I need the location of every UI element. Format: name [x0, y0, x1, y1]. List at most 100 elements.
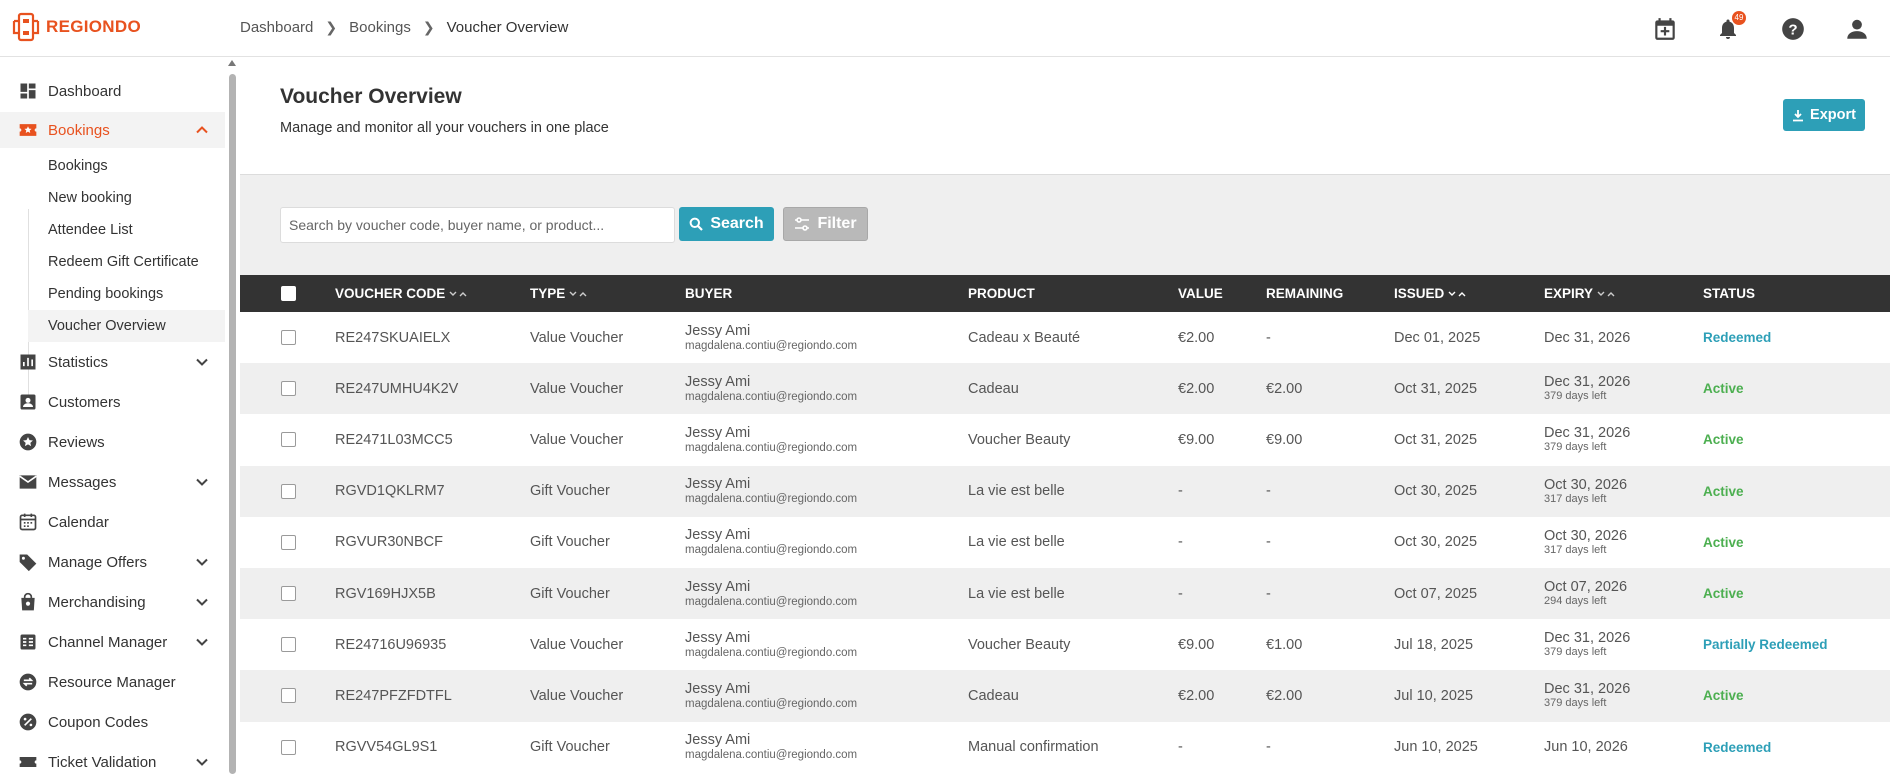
notifications-bell-icon[interactable]: 49	[1716, 11, 1746, 40]
chevron-down-icon	[196, 598, 208, 606]
ticket-icon	[19, 757, 37, 767]
table-row[interactable]: RE2471L03MCC5 Value Voucher Jessy Ami ma…	[240, 414, 1890, 466]
page-subtitle: Manage and monitor all your vouchers in …	[280, 120, 609, 136]
help-icon[interactable]: ?	[1780, 16, 1804, 40]
sidebar-item-resource-manager[interactable]: Resource Manager	[0, 664, 225, 700]
sidebar-item-merchandising[interactable]: Merchandising	[0, 584, 225, 620]
reviews-icon	[19, 433, 37, 451]
row-checkbox[interactable]	[281, 381, 296, 397]
download-icon	[1793, 109, 1804, 121]
voucher-code[interactable]: RGVV54GL9S1	[335, 739, 437, 755]
voucher-code[interactable]: RE24716U96935	[335, 637, 446, 653]
voucher-code[interactable]: RE247PFZFDTFL	[335, 688, 452, 704]
buyer-name: Jessy Ami	[685, 373, 751, 390]
buyer-email: magdalena.contiu@regiondo.com	[685, 544, 858, 557]
product-name: Cadeau	[968, 380, 1019, 397]
type-cell: Value Voucher	[530, 670, 623, 721]
scroll-up-arrow-icon[interactable]	[228, 60, 236, 66]
user-account-icon[interactable]	[1844, 16, 1868, 40]
sidebar-item-channel-manager[interactable]: Channel Manager	[0, 624, 225, 660]
sidebar-item-messages[interactable]: Messages	[0, 464, 225, 500]
sort-icon[interactable]	[449, 290, 467, 298]
voucher-code[interactable]: RE247SKUAIELX	[335, 330, 450, 346]
sidebar-sub-new-booking[interactable]: New booking	[28, 182, 225, 214]
sidebar-item-coupon-codes[interactable]: Coupon Codes	[0, 704, 225, 740]
column-header-type[interactable]: TYPE	[530, 275, 587, 312]
sidebar-item-customers[interactable]: Customers	[0, 384, 225, 420]
voucher-remaining: -	[1266, 329, 1271, 346]
buyer-email: magdalena.contiu@regiondo.com	[685, 697, 858, 710]
sidebar-item-statistics[interactable]: Statistics	[0, 344, 225, 380]
sort-icon[interactable]	[1448, 290, 1466, 298]
bag-icon	[21, 592, 35, 611]
table-row[interactable]: RGVD1QKLRM7 Gift Voucher Jessy Ami magda…	[240, 465, 1890, 517]
sidebar-item-bookings[interactable]: Bookings	[0, 112, 225, 148]
voucher-code-cell: RE2471L03MCC5	[335, 414, 453, 465]
remaining-cell: €2.00	[1266, 363, 1302, 414]
sidebar-sub-pending-bookings[interactable]: Pending bookings	[28, 278, 225, 310]
breadcrumb-bookings[interactable]: Bookings	[349, 19, 411, 36]
voucher-code[interactable]: RGVD1QKLRM7	[335, 483, 445, 499]
sidebar-scrollbar[interactable]	[228, 58, 236, 774]
status-cell: Partially Redeemed	[1703, 619, 1828, 670]
calendar-add-icon[interactable]	[1652, 16, 1676, 40]
sidebar-item-ticket-validation[interactable]: Ticket Validation	[0, 744, 225, 768]
row-checkbox[interactable]	[281, 330, 296, 345]
sidebar-sub-attendee-list[interactable]: Attendee List	[28, 214, 225, 246]
sidebar-sub-redeem-gift-certificate[interactable]: Redeem Gift Certificate	[28, 246, 225, 278]
value-cell: €2.00	[1178, 670, 1214, 721]
sidebar-sub-bookings[interactable]: Bookings	[28, 150, 225, 182]
row-checkbox[interactable]	[281, 688, 296, 704]
filter-sliders-icon	[795, 217, 810, 231]
sort-icon[interactable]	[1597, 290, 1615, 298]
row-checkbox[interactable]	[281, 534, 296, 550]
filter-button-label: Filter	[817, 215, 857, 232]
voucher-code[interactable]: RE247UMHU4K2V	[335, 381, 458, 397]
voucher-code[interactable]: RE2471L03MCC5	[335, 432, 453, 448]
table-row[interactable]: RGVV54GL9S1 Gift Voucher Jessy Ami magda…	[240, 721, 1890, 773]
export-button[interactable]: Export	[1783, 99, 1865, 131]
search-input[interactable]	[280, 207, 675, 243]
voucher-value: €9.00	[1178, 636, 1215, 653]
row-checkbox[interactable]	[281, 585, 296, 601]
row-checkbox[interactable]	[281, 739, 296, 755]
select-all-checkbox[interactable]	[281, 286, 296, 301]
column-header-voucher-code[interactable]: VOUCHER CODE	[335, 275, 467, 312]
regiondo-logo[interactable]: REGIONDO	[12, 12, 141, 42]
row-checkbox[interactable]	[281, 432, 296, 448]
row-checkbox[interactable]	[281, 637, 296, 653]
voucher-code[interactable]: RGV169HJX5B	[335, 586, 436, 602]
sidebar-item-dashboard[interactable]: Dashboard	[0, 73, 225, 109]
sidebar-item-reviews[interactable]: Reviews	[0, 424, 225, 460]
table-row[interactable]: RGVUR30NBCF Gift Voucher Jessy Ami magda…	[240, 516, 1890, 568]
column-header-issued[interactable]: ISSUED	[1394, 275, 1466, 312]
voucher-table: VOUCHER CODE TYPE BUYER PRODUCT VALUE RE…	[240, 275, 1890, 773]
sidebar-item-manage-offers[interactable]: Manage Offers	[0, 544, 225, 580]
table-row[interactable]: RE24716U96935 Value Voucher Jessy Ami ma…	[240, 619, 1890, 671]
sidebar-sub-voucher-overview[interactable]: Voucher Overview	[28, 310, 225, 342]
sidebar-item-calendar[interactable]: Calendar	[0, 504, 225, 540]
sidebar-item-label: Manage Offers	[48, 553, 147, 571]
table-row[interactable]: RE247PFZFDTFL Value Voucher Jessy Ami ma…	[240, 670, 1890, 722]
table-body: RE247SKUAIELX Value Voucher Jessy Ami ma…	[240, 312, 1890, 773]
search-button[interactable]: Search	[679, 207, 774, 241]
voucher-code[interactable]: RGVUR30NBCF	[335, 534, 443, 550]
issued-date: Jul 18, 2025	[1394, 636, 1474, 653]
table-row[interactable]: RE247SKUAIELX Value Voucher Jessy Ami ma…	[240, 312, 1890, 364]
column-header-expiry[interactable]: EXPIRY	[1544, 275, 1615, 312]
filter-button[interactable]: Filter	[783, 207, 868, 241]
table-row[interactable]: RE247UMHU4K2V Value Voucher Jessy Ami ma…	[240, 363, 1890, 415]
voucher-value: -	[1178, 585, 1183, 602]
chevron-up-icon	[196, 126, 208, 134]
breadcrumb-dashboard[interactable]: Dashboard	[240, 19, 313, 36]
table-row[interactable]: RGV169HJX5B Gift Voucher Jessy Ami magda…	[240, 567, 1890, 620]
days-left: 294 days left	[1544, 595, 1607, 608]
product-cell: Voucher Beauty	[968, 619, 1070, 670]
issued-cell: Jul 10, 2025	[1394, 670, 1473, 721]
sidebar: Dashboard Bookings Bookings New booking …	[0, 57, 240, 768]
scrollbar-thumb[interactable]	[229, 74, 236, 774]
voucher-remaining: -	[1266, 534, 1271, 551]
sort-icon[interactable]	[569, 290, 587, 298]
row-checkbox[interactable]	[281, 483, 296, 499]
expiry-cell: Dec 31, 2026	[1544, 312, 1630, 363]
